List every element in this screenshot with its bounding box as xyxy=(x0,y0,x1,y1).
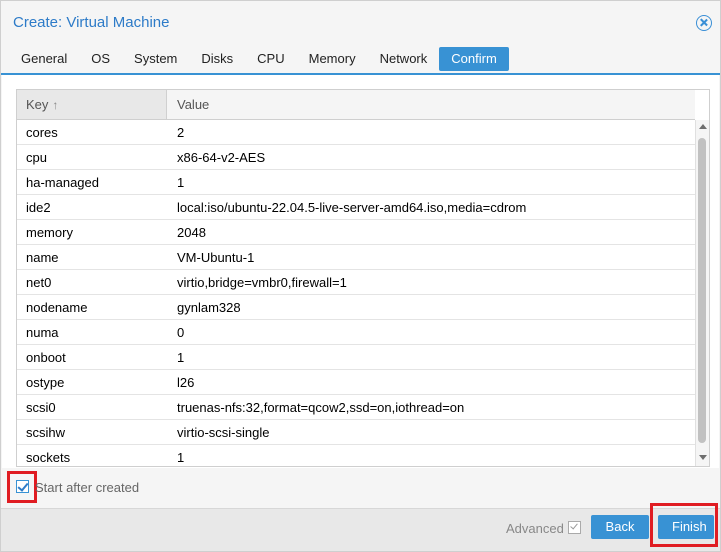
tab-os[interactable]: OS xyxy=(79,47,122,71)
advanced-toggle[interactable]: Advanced xyxy=(506,521,581,536)
column-header-value[interactable]: Value xyxy=(167,90,695,119)
scroll-up-arrow-icon[interactable] xyxy=(699,124,707,129)
row-value: virtio,bridge=vmbr0,firewall=1 xyxy=(177,275,347,290)
row-value: virtio-scsi-single xyxy=(177,425,270,440)
table-row[interactable]: cores 2 xyxy=(17,120,695,145)
tab-general[interactable]: General xyxy=(9,47,79,71)
dialog-title: Create: Virtual Machine xyxy=(13,14,170,31)
grid-header: Key ↑ Value xyxy=(17,90,695,120)
advanced-checkbox[interactable] xyxy=(567,521,581,534)
row-key: cpu xyxy=(26,150,47,165)
scroll-down-arrow-icon[interactable] xyxy=(699,455,707,460)
row-key: nodename xyxy=(26,300,88,315)
row-value: local:iso/ubuntu-22.04.5-live-server-amd… xyxy=(177,200,527,215)
table-row[interactable]: cpu x86-64-v2-AES xyxy=(17,145,695,170)
table-row[interactable]: onboot 1 xyxy=(17,345,695,370)
confirm-panel: Key ↑ Value cores 2 cpu x86-64-v2-AES ha-ma… xyxy=(2,75,719,468)
tab-network[interactable]: Network xyxy=(368,47,440,71)
row-key: numa xyxy=(26,325,59,340)
tab-cpu[interactable]: CPU xyxy=(245,47,296,71)
row-key: sockets xyxy=(26,450,71,465)
table-row[interactable]: nodename gynlam328 xyxy=(17,295,695,320)
dialog-titlebar: Create: Virtual Machine xyxy=(1,1,720,45)
advanced-label: Advanced xyxy=(506,521,564,536)
back-button[interactable]: Back xyxy=(591,515,649,539)
row-value: 0 xyxy=(177,325,185,340)
wizard-tabs: General OS System Disks CPU Memory Netwo… xyxy=(9,47,509,71)
tab-system[interactable]: System xyxy=(122,47,189,71)
row-value: 1 xyxy=(177,350,185,365)
row-key: ide2 xyxy=(26,200,51,215)
start-after-created-checkbox[interactable] xyxy=(16,480,29,493)
table-row[interactable]: scsi0 truenas-nfs:32,format=qcow2,ssd=on,… xyxy=(17,395,695,420)
grid-scrollbar[interactable] xyxy=(695,120,709,466)
table-row[interactable]: scsihw virtio-scsi-single xyxy=(17,420,695,445)
column-header-value-label: Value xyxy=(177,97,210,112)
start-after-created-label[interactable]: Start after created xyxy=(35,480,139,495)
create-vm-dialog: Create: Virtual Machine General OS Syste… xyxy=(0,0,721,552)
row-value: 2 xyxy=(177,125,185,140)
column-header-key-label: Key xyxy=(26,97,49,112)
table-row[interactable]: ide2 local:iso/ubuntu-22.04.5-live-server… xyxy=(17,195,695,220)
tab-memory[interactable]: Memory xyxy=(297,47,368,71)
row-key: scsihw xyxy=(26,425,66,440)
sort-asc-icon: ↑ xyxy=(52,98,59,112)
start-after-created-option: Start after created xyxy=(7,471,307,503)
table-row[interactable]: sockets 1 xyxy=(17,445,695,466)
table-row[interactable]: memory 2048 xyxy=(17,220,695,245)
tab-disks[interactable]: Disks xyxy=(189,47,245,71)
table-row[interactable]: ha-managed 1 xyxy=(17,170,695,195)
tab-confirm[interactable]: Confirm xyxy=(439,47,509,71)
row-key: name xyxy=(26,250,59,265)
settings-grid: Key ↑ Value cores 2 cpu x86-64-v2-AES ha-ma… xyxy=(16,89,710,467)
grid-rows: cores 2 cpu x86-64-v2-AES ha-managed 1 ide2… xyxy=(17,120,695,466)
table-row[interactable]: net0 virtio,bridge=vmbr0,firewall=1 xyxy=(17,270,695,295)
row-key: scsi0 xyxy=(26,400,56,415)
table-row[interactable]: numa 0 xyxy=(17,320,695,345)
close-icon[interactable] xyxy=(696,15,712,31)
row-value: x86-64-v2-AES xyxy=(177,150,266,165)
row-value: VM-Ubuntu-1 xyxy=(177,250,255,265)
row-key: cores xyxy=(26,125,58,140)
row-value: 1 xyxy=(177,450,185,465)
row-key: memory xyxy=(26,225,73,240)
row-key: ha-managed xyxy=(26,175,99,190)
finish-button[interactable]: Finish xyxy=(658,515,714,539)
row-value: 1 xyxy=(177,175,185,190)
column-header-key[interactable]: Key ↑ xyxy=(17,90,167,119)
dialog-footer: Advanced Back Finish xyxy=(1,503,720,551)
row-value: gynlam328 xyxy=(177,300,241,315)
scroll-thumb[interactable] xyxy=(698,138,706,443)
row-value: l26 xyxy=(177,375,195,390)
row-key: ostype xyxy=(26,375,65,390)
row-key: net0 xyxy=(26,275,52,290)
row-value: truenas-nfs:32,format=qcow2,ssd=on,iothr… xyxy=(177,400,465,415)
table-row[interactable]: name VM-Ubuntu-1 xyxy=(17,245,695,270)
row-value: 2048 xyxy=(177,225,206,240)
row-key: onboot xyxy=(26,350,66,365)
table-row[interactable]: ostype l26 xyxy=(17,370,695,395)
